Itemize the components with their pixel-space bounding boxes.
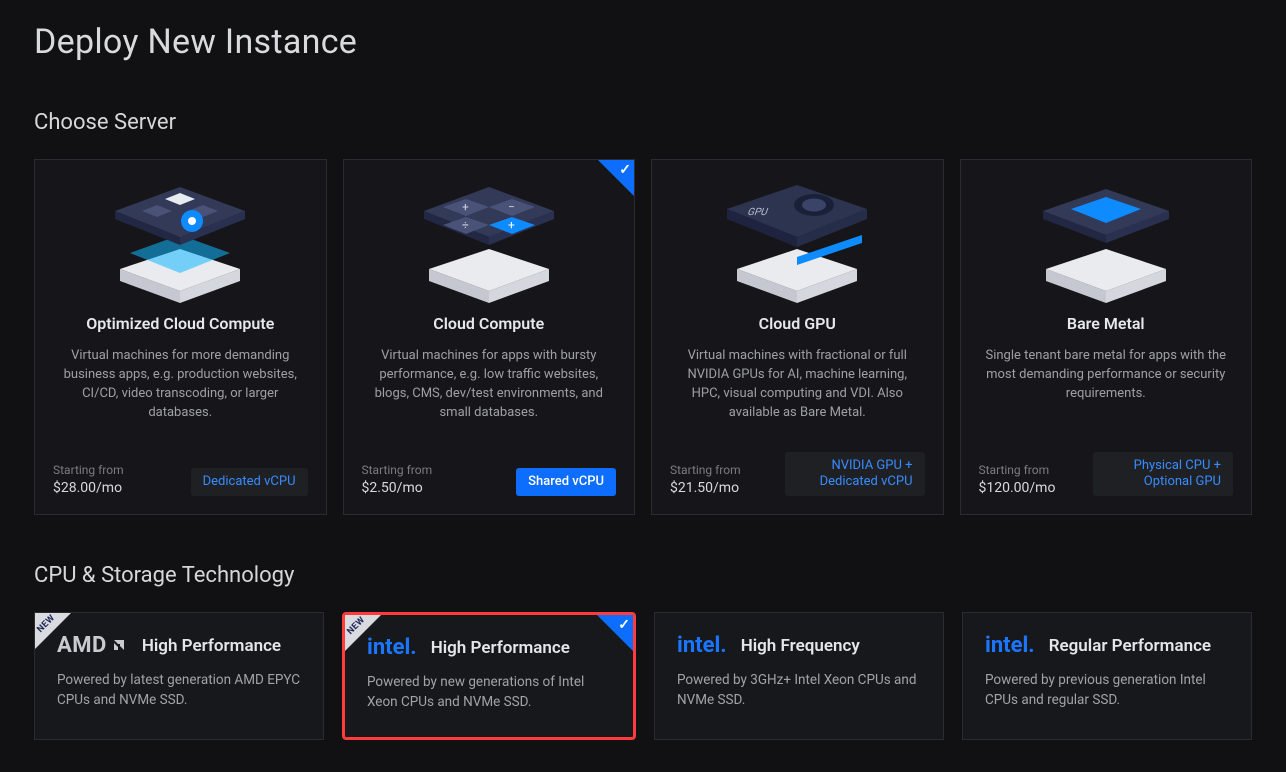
choose-server-heading: Choose Server <box>34 110 1252 135</box>
server-card-price: $21.50/mo <box>670 480 741 496</box>
server-card-price: $2.50/mo <box>362 480 433 496</box>
server-card-description: Single tenant bare metal for apps with t… <box>979 347 1234 438</box>
starting-from-label: Starting from <box>979 463 1056 477</box>
new-ribbon-icon <box>345 615 381 651</box>
server-card-optimized-cloud-compute[interactable]: Optimized Cloud Compute Virtual machines… <box>34 159 327 515</box>
server-card-row: Optimized Cloud Compute Virtual machines… <box>34 159 1252 515</box>
starting-from-label: Starting from <box>53 463 124 477</box>
new-ribbon-icon <box>35 613 71 649</box>
server-card-bare-metal[interactable]: Bare Metal Single tenant bare metal for … <box>960 159 1253 515</box>
page-title: Deploy New Instance <box>34 22 1252 62</box>
svg-text:+: + <box>462 200 469 214</box>
server-card-title: Optimized Cloud Compute <box>86 314 274 333</box>
server-card-cloud-gpu[interactable]: GPU Cloud GPU Virtual machines with frac… <box>651 159 944 515</box>
cpu-storage-heading: CPU & Storage Technology <box>34 563 1252 588</box>
cpu-badge: Dedicated vCPU <box>191 468 308 496</box>
tech-card-intel-regular-performance[interactable]: intel. Regular Performance Powered by pr… <box>962 612 1252 740</box>
server-illustration-icon: + − ÷ + <box>399 178 579 308</box>
svg-text:+: + <box>508 218 515 232</box>
server-card-description: Virtual machines with fractional or full… <box>670 347 925 438</box>
tech-card-description: Powered by latest generation AMD EPYC CP… <box>57 670 301 711</box>
server-card-price: $120.00/mo <box>979 480 1056 496</box>
tech-card-title: High Frequency <box>741 636 860 656</box>
vendor-logo-intel: intel. <box>985 633 1035 658</box>
tech-card-row: AMD High Performance Powered by latest g… <box>34 612 1252 740</box>
server-card-description: Virtual machines for more demanding busi… <box>53 347 308 449</box>
tech-card-intel-high-performance[interactable]: intel. High Performance Powered by new g… <box>342 612 636 740</box>
server-card-cloud-compute[interactable]: + − ÷ + Cloud Compute Virtual machines f… <box>343 159 636 515</box>
server-illustration-icon <box>90 178 270 308</box>
tech-card-title: High Performance <box>431 638 570 658</box>
starting-from-label: Starting from <box>670 463 741 477</box>
tech-card-description: Powered by previous generation Intel CPU… <box>985 670 1229 711</box>
tech-card-amd-high-performance[interactable]: AMD High Performance Powered by latest g… <box>34 612 324 740</box>
svg-text:−: − <box>508 200 515 214</box>
tech-card-intel-high-frequency[interactable]: intel. High Frequency Powered by 3GHz+ I… <box>654 612 944 740</box>
server-card-title: Cloud Compute <box>433 314 544 333</box>
server-card-price: $28.00/mo <box>53 480 124 496</box>
tech-card-description: Powered by new generations of Intel Xeon… <box>367 672 611 713</box>
selected-check-icon <box>597 615 633 651</box>
cpu-badge: Shared vCPU <box>516 468 616 496</box>
tech-card-title: Regular Performance <box>1049 636 1211 656</box>
vendor-logo-intel: intel. <box>677 633 727 658</box>
cpu-badge: NVIDIA GPU + Dedicated vCPU <box>785 452 925 497</box>
starting-from-label: Starting from <box>362 463 433 477</box>
server-illustration-icon <box>1016 178 1196 308</box>
tech-card-title: High Performance <box>142 636 281 656</box>
selected-check-icon <box>598 160 634 196</box>
svg-text:÷: ÷ <box>462 218 469 232</box>
server-card-description: Virtual machines for apps with bursty pe… <box>362 347 617 449</box>
server-illustration-icon: GPU <box>707 178 887 308</box>
server-card-title: Cloud GPU <box>759 314 836 333</box>
server-card-title: Bare Metal <box>1067 314 1145 333</box>
tech-card-description: Powered by 3GHz+ Intel Xeon CPUs and NVM… <box>677 670 921 711</box>
cpu-badge: Physical CPU + Optional GPU <box>1093 452 1233 497</box>
